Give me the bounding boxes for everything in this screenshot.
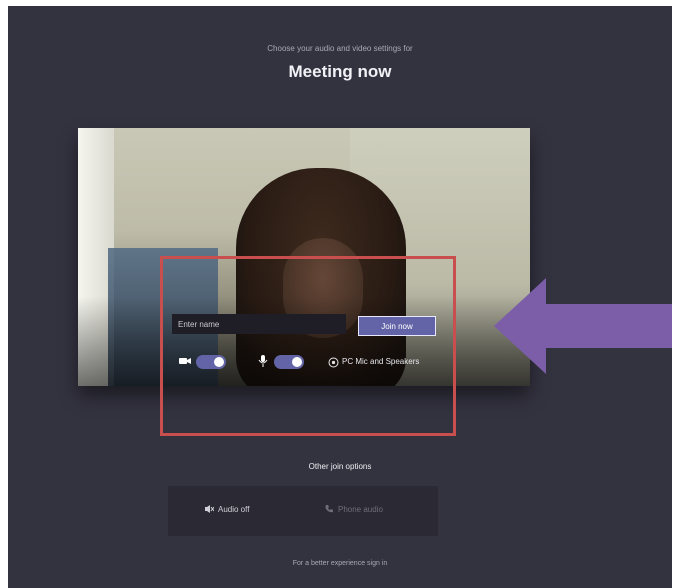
device-controls: PC Mic and Speakers	[178, 352, 518, 372]
audio-off-option[interactable]: Audio off	[204, 504, 249, 514]
device-label[interactable]: PC Mic and Speakers	[342, 357, 419, 366]
other-join-options: Audio off Phone audio	[168, 486, 438, 536]
meeting-prejoin-screen: Choose your audio and video settings for…	[8, 6, 672, 588]
microphone-toggle-knob	[292, 357, 302, 367]
video-shade	[78, 296, 530, 386]
camera-toggle[interactable]	[196, 355, 226, 369]
audio-off-label: Audio off	[218, 504, 250, 514]
settings-icon[interactable]	[326, 355, 340, 369]
name-input[interactable]	[172, 314, 346, 334]
microphone-toggle[interactable]	[274, 355, 304, 369]
other-join-options-title: Other join options	[308, 462, 372, 471]
join-now-button[interactable]: Join now	[358, 316, 436, 336]
video-preview: Join now	[78, 128, 530, 386]
phone-audio-option[interactable]: Phone audio	[324, 504, 383, 514]
microphone-icon	[256, 354, 270, 368]
speaker-off-icon	[205, 505, 214, 513]
camera-icon	[178, 354, 192, 368]
phone-icon	[325, 505, 333, 513]
pointer-arrow	[494, 278, 672, 374]
prejoin-subtitle: Choose your audio and video settings for	[267, 44, 413, 53]
phone-audio-label: Phone audio	[338, 504, 383, 514]
meeting-title: Meeting now	[288, 62, 392, 81]
sign-in-prompt[interactable]: For a better experience sign in	[8, 560, 672, 567]
camera-toggle-knob	[214, 357, 224, 367]
